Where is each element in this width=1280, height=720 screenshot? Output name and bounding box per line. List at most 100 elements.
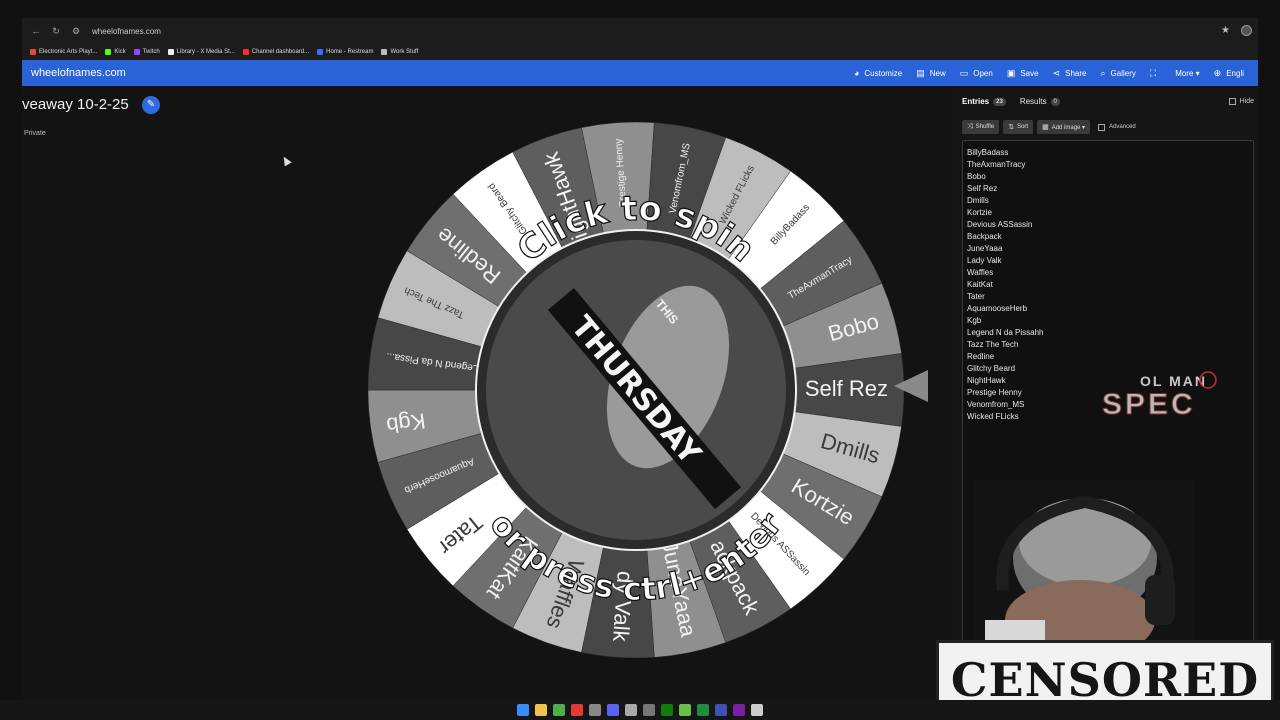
bookmark-item[interactable]: Electronic Arts Playt...: [30, 49, 97, 55]
app2-icon[interactable]: [625, 704, 637, 716]
site-brand[interactable]: wheelofnames.com: [31, 67, 126, 79]
entry-line: Kgb: [967, 316, 982, 325]
app-icon[interactable]: [589, 704, 601, 716]
hide-checkbox-box[interactable]: [1228, 98, 1236, 105]
name-wheel[interactable]: BillyBadassTheAxmanTracyBoboSelf RezDmil…: [368, 122, 904, 658]
menu-item-label: Engli: [1226, 68, 1244, 78]
tab-entries-label: Entries: [962, 97, 990, 106]
bookmark-item[interactable]: Twitch: [133, 49, 160, 55]
entry-line: Bobo: [967, 172, 986, 181]
search-icon: ⌕: [1100, 67, 1106, 78]
bookmark-label: Twitch: [142, 49, 160, 55]
add-image-button[interactable]: ▦ Add image ▾: [1037, 120, 1091, 134]
menu-item-save[interactable]: ▣ Save: [1007, 68, 1039, 79]
menu-item-share[interactable]: ⋖ Share: [1053, 68, 1087, 79]
entry-line: TheAxmanTracy: [967, 160, 1026, 169]
entry-line: AquamooseHerb: [967, 304, 1028, 313]
start-icon[interactable]: [517, 704, 529, 716]
entry-line: Self Rez: [967, 184, 998, 193]
menu-item-label: More ▾: [1175, 68, 1200, 78]
bookmark-label: Kick: [114, 49, 126, 55]
image-icon: ▦: [1042, 124, 1049, 131]
bookmark-icon: [317, 49, 324, 55]
entry-line: KaitKat: [967, 280, 993, 289]
privacy-label: Private: [24, 130, 46, 137]
bookmark-icon: [242, 49, 249, 55]
edit-title-button[interactable]: ✎: [142, 96, 160, 114]
xbox-icon[interactable]: [661, 704, 673, 716]
tab-results[interactable]: Results 0: [1020, 97, 1060, 106]
entry-line: Tater: [967, 292, 985, 301]
sheets-icon[interactable]: [697, 704, 709, 716]
bookmark-icon: [381, 49, 388, 55]
menu-item-new[interactable]: ▤ New: [916, 68, 946, 79]
advanced-label: Advanced: [1109, 124, 1136, 130]
bookmark-item[interactable]: Work Stuff: [381, 49, 418, 55]
bookmark-icon: [167, 49, 174, 55]
app7-icon[interactable]: [751, 704, 763, 716]
bookmark-icon: [30, 49, 36, 55]
menu-item-label: Gallery: [1110, 68, 1136, 78]
app3-icon[interactable]: [643, 704, 655, 716]
streamer-logo: OL MAN SPEC: [1102, 371, 1217, 418]
logo-text-top: OL MAN: [1140, 373, 1207, 389]
logo-text-bottom: SPEC: [1102, 388, 1196, 418]
menu-item-label: Open: [973, 68, 993, 78]
stream-frame: ← ↻ ⚙ wheelofnames.com ★ Electronic Arts…: [0, 0, 1280, 720]
results-count-badge: 0: [1050, 97, 1060, 106]
sort-button[interactable]: ⇅ Sort: [1003, 120, 1034, 134]
wheel-segment-label: Kgb: [385, 408, 427, 438]
shuffle-button[interactable]: ⤨ Shuffle: [962, 120, 1000, 134]
chrome-icon[interactable]: [553, 704, 565, 716]
entry-line: Lady Valk: [967, 256, 1002, 265]
shuffle-label: Shuffle: [975, 124, 995, 130]
folder-icon: ▭: [959, 67, 969, 78]
entry-line: Waffles: [967, 268, 994, 277]
menu-item-label: Share: [1065, 68, 1087, 78]
sort-label: Sort: [1017, 124, 1029, 130]
entry-line: Backpack: [967, 232, 1002, 241]
profile-avatar[interactable]: [1241, 25, 1252, 36]
tab-entries[interactable]: Entries 23: [962, 97, 1006, 106]
reload-icon[interactable]: ↻: [50, 26, 62, 37]
bookmark-star-icon[interactable]: ★: [1221, 25, 1230, 36]
webcam-feed: [975, 480, 1195, 650]
add-image-label: Add image ▾: [1051, 124, 1086, 131]
app5-icon[interactable]: [715, 704, 727, 716]
bookmark-item[interactable]: Home - Restream: [317, 49, 373, 55]
entry-line: Redline: [967, 352, 995, 361]
bookmark-item[interactable]: Library - X Media St...: [167, 49, 235, 55]
advanced-checkbox[interactable]: Advanced: [1098, 123, 1136, 131]
menu-item-label: New: [929, 68, 946, 78]
entry-line: Tazz The Tech: [967, 340, 1019, 349]
app4-icon[interactable]: [679, 704, 691, 716]
tab-results-label: Results: [1019, 97, 1047, 106]
menu-item-open[interactable]: ▭ Open: [960, 68, 993, 79]
menu-item-customize[interactable]: ◕ Customize: [854, 68, 902, 78]
app-menu: ◕ Customize ▤ New ▭ Open ▣ Save ⋖ Share ⌕ Gallery ⛶ M…: [854, 60, 1258, 86]
advanced-checkbox-box[interactable]: [1098, 123, 1106, 131]
bookmark-icon: [133, 49, 140, 55]
bookmark-item[interactable]: Channel dashboard...: [242, 49, 309, 55]
chrome-alt-icon[interactable]: [571, 704, 583, 716]
menu-item-fullscreen[interactable]: ⛶: [1150, 68, 1161, 79]
hide-checkbox[interactable]: Hide: [1228, 98, 1254, 105]
taskbar: [0, 700, 1280, 720]
url-bar: ← ↻ ⚙ wheelofnames.com ★: [22, 18, 1258, 44]
bookmark-label: Work Stuff: [390, 49, 419, 55]
discord-icon[interactable]: [607, 704, 619, 716]
address-field[interactable]: wheelofnames.com: [92, 27, 161, 36]
files-icon[interactable]: [535, 704, 547, 716]
menu-item-engli[interactable]: ⊕ Engli: [1214, 68, 1244, 79]
app6-icon[interactable]: [733, 704, 745, 716]
bookmarks-bar: Electronic Arts Playt... Kick Twitch Librar…: [22, 44, 1258, 60]
entry-line: BillyBadass: [967, 148, 1009, 157]
menu-item-gallery[interactable]: ⌕ Gallery: [1100, 68, 1135, 79]
menu-item-more[interactable]: More ▾: [1175, 69, 1199, 78]
app-header: wheelofnames.com ◕ Customize ▤ New ▭ Open ▣ Sav…: [22, 60, 1258, 86]
back-icon[interactable]: ←: [30, 26, 42, 36]
bookmark-icon: [105, 49, 112, 55]
sort-icon: ⇅: [1008, 124, 1015, 131]
bookmark-item[interactable]: Kick: [105, 49, 126, 55]
site-info-icon[interactable]: ⚙: [70, 26, 82, 37]
